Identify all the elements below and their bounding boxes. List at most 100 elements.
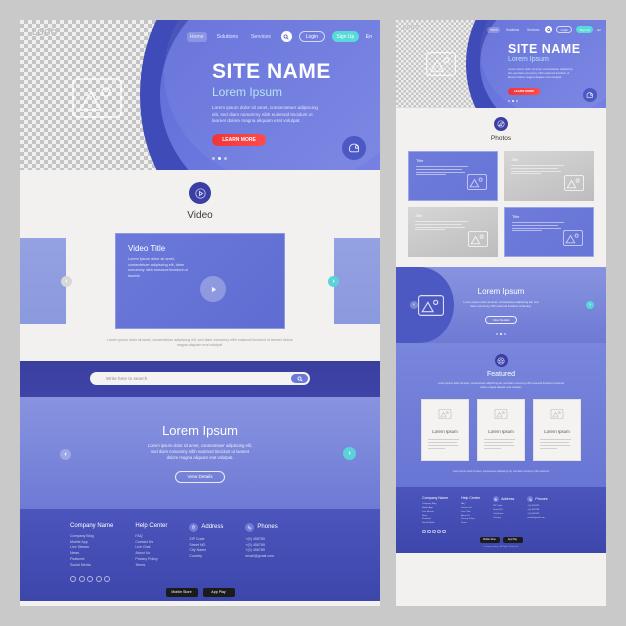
nav-link-services[interactable]: Services: [525, 27, 541, 33]
photo-card[interactable]: Title: [504, 151, 594, 201]
chat-bubble-icon[interactable]: [583, 88, 597, 102]
linkedin-icon[interactable]: [104, 575, 110, 582]
video-card[interactable]: Video Title Lorem ipsum dolor sit amet, …: [115, 233, 285, 329]
footer-column-company: Company Name Company Blog Mobile App Liv…: [70, 523, 113, 582]
footer-column-company: Company Name Company Blog Mobile App Liv…: [422, 496, 448, 534]
nav-link-services[interactable]: Services: [248, 32, 274, 42]
photos-section-title: Photos: [490, 135, 512, 142]
footer-link[interactable]: Terms: [135, 563, 167, 569]
hero-carousel-dots[interactable]: [212, 157, 227, 160]
app-play-button[interactable]: App Play: [502, 537, 523, 544]
footer: Company Name Company Blog Mobile App Liv…: [20, 508, 380, 606]
photo-card[interactable]: Title: [408, 151, 498, 201]
signup-button[interactable]: Sign Up: [331, 31, 359, 42]
hero-subtitle: Lorem Ipsum: [212, 85, 283, 99]
carousel-dot[interactable]: [504, 333, 506, 335]
carousel-dot[interactable]: [516, 100, 518, 102]
search-submit-button[interactable]: [291, 374, 308, 384]
search-icon[interactable]: [280, 31, 292, 42]
learn-more-button[interactable]: LEARN MORE: [508, 87, 540, 95]
nav-link-home[interactable]: Home: [487, 26, 500, 33]
search-band: Write here to search: [20, 360, 380, 397]
youtube-icon[interactable]: [95, 575, 102, 582]
mobile-store-button[interactable]: Mobile Store: [165, 587, 198, 597]
promo-carousel-dots[interactable]: [496, 333, 506, 335]
featured-card[interactable]: Lorem Ipsum: [421, 398, 469, 461]
photo-card-lines: [511, 165, 587, 175]
nav-link-solutions[interactable]: Solutions: [504, 27, 521, 33]
facebook-icon[interactable]: [422, 529, 426, 534]
promo-prev-button[interactable]: ‹: [410, 301, 418, 309]
social-links: [422, 529, 448, 534]
photo-card[interactable]: Title: [408, 207, 498, 257]
logo[interactable]: LOGO: [32, 28, 58, 37]
chat-bubble-icon[interactable]: [342, 136, 366, 160]
footer-column-phones: Phones +(0) 456789 +(0) 456789 +(0) 4567…: [245, 522, 278, 582]
footer-link[interactable]: Country: [189, 554, 223, 560]
footer-link[interactable]: email@gmail.com: [527, 517, 547, 521]
nav-link-solutions[interactable]: Solutions: [214, 32, 241, 42]
carousel-dot[interactable]: [496, 333, 498, 335]
logo[interactable]: LOGO: [403, 25, 420, 31]
footer-link[interactable]: Terms: [461, 522, 480, 526]
language-selector[interactable]: En: [366, 34, 372, 40]
facebook-icon[interactable]: [70, 575, 76, 582]
star-icon: [494, 354, 508, 367]
photo-card[interactable]: Title: [504, 207, 594, 257]
footer-link[interactable]: Social Media: [422, 522, 448, 526]
footer-column-address: Address ZIP Code Street NO City Name Cou…: [493, 496, 514, 533]
promo-section: Lorem Ipsum Lorem ipsum dolor sit amet, …: [20, 396, 380, 509]
carousel-dot[interactable]: [508, 100, 510, 102]
video-thumb-next[interactable]: [334, 238, 380, 324]
carousel-dot[interactable]: [224, 157, 227, 160]
phone-icon: [245, 522, 255, 532]
search-input[interactable]: Write here to search: [90, 372, 310, 386]
featured-subtitle: Lorem ipsum dolor sit amet, consectetuer…: [438, 382, 565, 389]
login-button[interactable]: Login: [298, 31, 325, 42]
twitter-icon[interactable]: [78, 575, 85, 582]
photo-card-title: Title: [415, 213, 423, 218]
featured-card[interactable]: Lorem Ipsum: [533, 398, 581, 461]
learn-more-button[interactable]: LEARN MORE: [212, 133, 266, 146]
footer-link[interactable]: email@gmail.com: [245, 554, 277, 560]
login-button[interactable]: Login: [556, 26, 573, 33]
twitter-icon[interactable]: [427, 529, 431, 534]
carousel-dot-active[interactable]: [512, 100, 514, 102]
view-details-button[interactable]: View Details: [175, 470, 225, 483]
location-pin-icon: [493, 496, 500, 503]
carousel-dot-active[interactable]: [218, 157, 221, 160]
language-selector[interactable]: En: [597, 28, 601, 32]
instagram-icon[interactable]: [432, 529, 436, 534]
footer-column-heading: Help Center: [135, 522, 168, 529]
signup-button[interactable]: Sign Up: [576, 26, 594, 33]
video-prev-button[interactable]: ‹: [61, 275, 72, 287]
store-buttons: Mobile Store App Play: [396, 537, 606, 544]
view-details-button[interactable]: View Details: [485, 316, 517, 325]
video-thumb-prev[interactable]: [20, 238, 66, 324]
promo-next-button[interactable]: ›: [343, 446, 356, 460]
promo-prev-button[interactable]: ‹: [60, 448, 71, 460]
linkedin-icon[interactable]: [442, 529, 446, 534]
carousel-dot-active[interactable]: [500, 333, 502, 335]
footer-column-heading: Phones: [535, 497, 548, 502]
mobile-store-button[interactable]: Mobile Store: [479, 537, 500, 544]
carousel-dot[interactable]: [212, 157, 215, 160]
footer-links: ZIP Code Street NO City Name Country: [493, 505, 514, 520]
promo-title: Lorem Ipsum: [162, 422, 238, 438]
footer-links: +(0) 456789 +(0) 456789 +(0) 456789 emai…: [245, 537, 277, 560]
promo-next-button[interactable]: ›: [586, 301, 594, 309]
hero-subtitle: Lorem Ipsum: [508, 56, 549, 63]
video-next-button[interactable]: ›: [328, 275, 339, 287]
play-icon[interactable]: [200, 276, 226, 302]
app-play-button[interactable]: App Play: [202, 587, 235, 597]
photo-card-title: Title: [416, 158, 424, 163]
footer-link[interactable]: Country: [493, 517, 514, 521]
featured-card[interactable]: Lorem Ipsum: [477, 398, 525, 461]
nav-link-home[interactable]: Home: [186, 31, 207, 42]
youtube-icon[interactable]: [437, 529, 441, 534]
footer-link[interactable]: Social Media: [70, 563, 113, 569]
hero-carousel-dots[interactable]: [508, 100, 518, 102]
instagram-icon[interactable]: [87, 575, 93, 582]
search-placeholder: Write here to search: [106, 376, 148, 382]
search-icon[interactable]: [545, 26, 553, 33]
